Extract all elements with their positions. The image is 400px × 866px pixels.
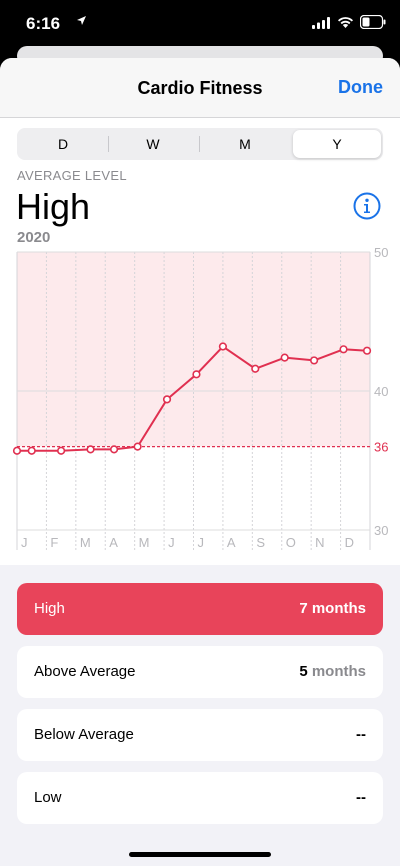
data-point [218, 342, 228, 351]
x-tick-label: J [198, 535, 205, 550]
x-tick-label: F [50, 535, 58, 550]
status-time: 6:16 [26, 14, 61, 33]
cellular-signal-icon [312, 17, 330, 29]
y-tick-label: 50 [374, 245, 388, 260]
data-point [86, 445, 95, 454]
navigation-bar: Cardio Fitness Done [0, 58, 400, 118]
data-point [310, 356, 319, 365]
stat-label: Below Average [34, 726, 134, 743]
x-tick-label: A [109, 535, 118, 550]
segment-year[interactable]: Y [293, 130, 381, 158]
stat-label: Low [34, 789, 62, 806]
stat-card-below-average[interactable]: Below Average -- [17, 709, 383, 761]
done-button[interactable]: Done [338, 77, 383, 98]
wifi-icon [338, 17, 353, 28]
cardio-fitness-sheet: Cardio Fitness Done D W M Y AVERAGE LEVE… [0, 58, 400, 866]
stat-label: Above Average [34, 663, 136, 680]
threshold-label: 36 [374, 440, 388, 455]
stat-value: 7 months [299, 600, 366, 617]
segment-divider [199, 136, 200, 152]
segment-month[interactable]: M [201, 130, 289, 158]
status-bar: 6:16 [0, 0, 400, 50]
level-breakdown: High 7 months Above Average 5 months Bel… [0, 565, 400, 866]
stat-card-above-average[interactable]: Above Average 5 months [17, 646, 383, 698]
data-point [133, 442, 142, 451]
x-tick-label: J [168, 535, 175, 550]
summary-heading: AVERAGE LEVEL [17, 168, 127, 183]
stat-count: 5 [299, 663, 308, 680]
x-tick-label: O [286, 535, 296, 550]
cardio-fitness-chart: 50 40 30 36 J F M A M J J A S O N D [12, 245, 388, 550]
y-tick-label: 40 [374, 384, 388, 399]
data-point [57, 446, 66, 455]
stat-value: -- [356, 789, 366, 806]
location-arrow-icon [77, 16, 86, 25]
x-tick-label: J [21, 535, 28, 550]
data-point [109, 445, 119, 454]
time-range-segmented-control: D W M Y [17, 128, 383, 160]
x-tick-label: M [139, 535, 150, 550]
data-point [251, 364, 260, 373]
segment-day[interactable]: D [19, 130, 107, 158]
stat-unit: months [311, 663, 366, 680]
x-tick-label: S [256, 535, 265, 550]
x-tick-label: M [80, 535, 91, 550]
stat-count: 7 [299, 600, 308, 617]
stat-value: -- [356, 726, 366, 743]
y-tick-label: 30 [374, 523, 388, 538]
home-indicator [129, 852, 271, 857]
summary-value: High [16, 186, 91, 227]
data-point [339, 345, 348, 354]
x-tick-label: D [345, 535, 354, 550]
x-tick-label: N [315, 535, 324, 550]
segment-week[interactable]: W [109, 130, 197, 158]
data-point [27, 446, 36, 455]
battery-icon [360, 15, 386, 29]
stat-card-low[interactable]: Low -- [17, 772, 383, 824]
data-point [12, 446, 22, 455]
x-tick-label: A [227, 535, 236, 550]
data-point [192, 370, 201, 379]
stat-card-high[interactable]: High 7 months [17, 583, 383, 635]
data-point [362, 346, 372, 355]
stat-label: High [34, 600, 65, 617]
data-point [162, 395, 172, 404]
info-icon[interactable] [353, 192, 381, 220]
data-point [280, 353, 289, 362]
stat-value: 5 months [299, 663, 366, 680]
stat-unit: months [311, 600, 366, 617]
